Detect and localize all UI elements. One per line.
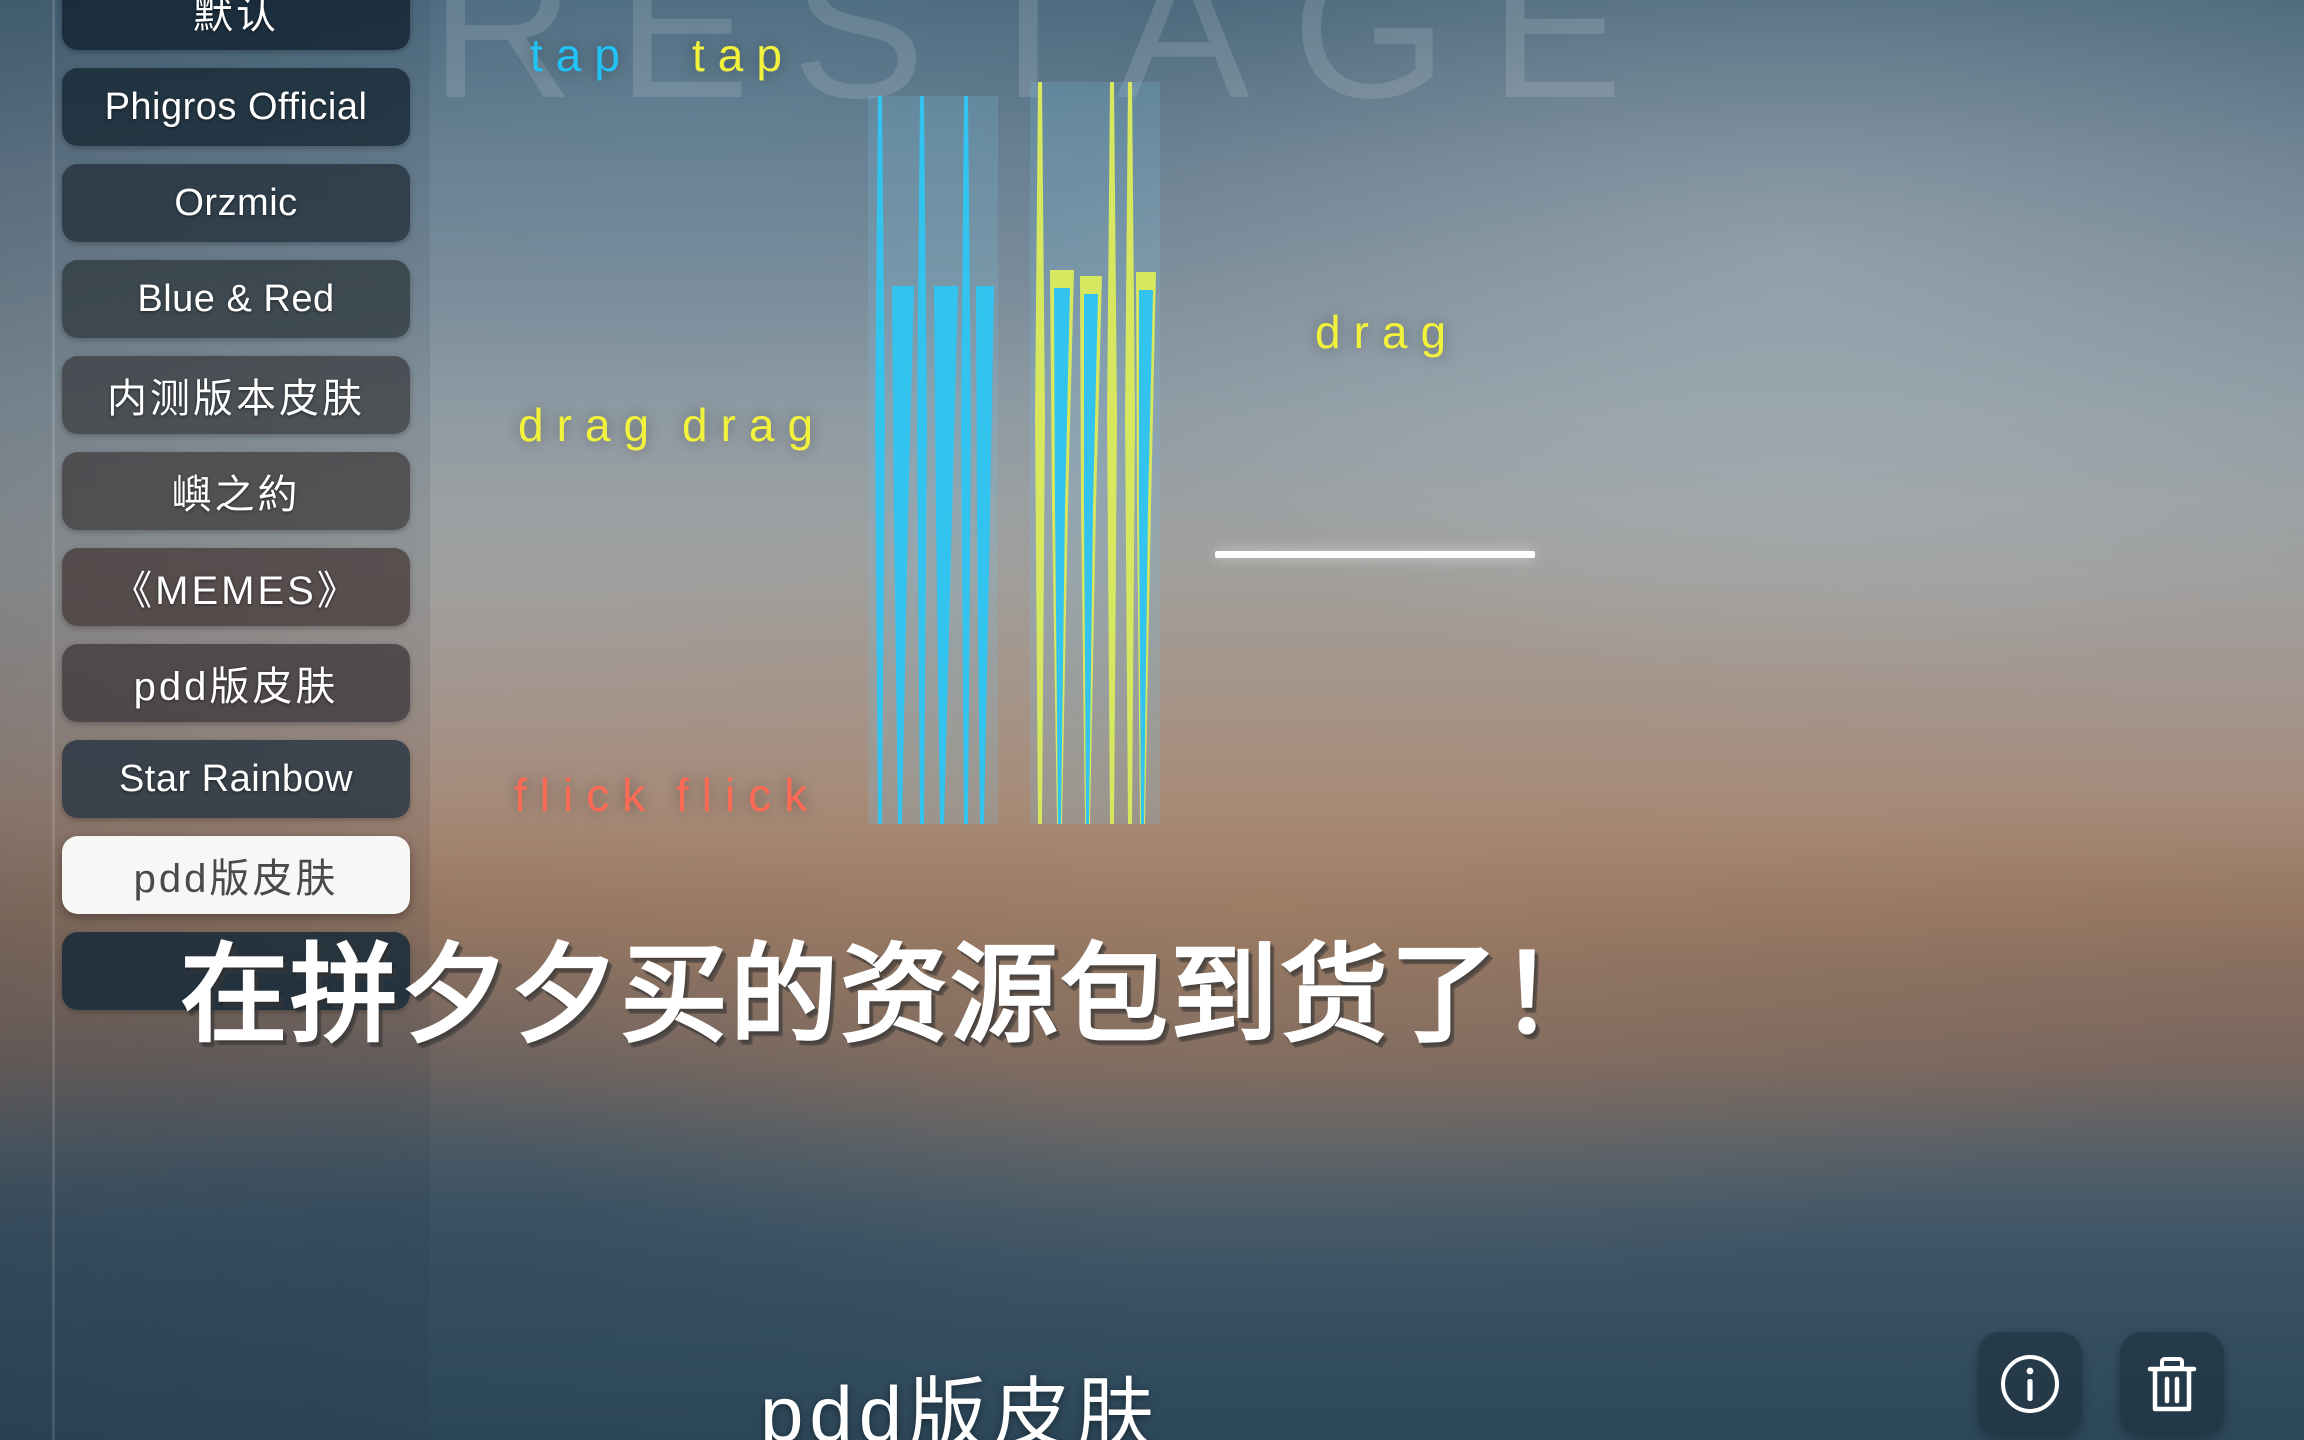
overlay-banner-text: 在拼夕夕买的资源包到货了！ xyxy=(180,934,1611,1055)
delete-button[interactable] xyxy=(2120,1332,2224,1436)
note-label-drag-1: drag xyxy=(518,399,663,451)
skin-item-label: 默认 xyxy=(193,0,279,37)
sidebar-item-beta-skin[interactable]: 内测版本皮肤 xyxy=(62,356,410,434)
skin-list[interactable]: 默认 Phigros Official Orzmic Blue & Red 内测… xyxy=(62,0,410,1028)
sidebar-item-phigros-official[interactable]: Phigros Official xyxy=(62,68,410,146)
skin-item-label: pdd版皮肤 xyxy=(133,857,339,901)
note-label-drag-2: drag xyxy=(682,399,827,451)
note-label-drag-3: drag xyxy=(1315,306,1460,358)
sidebar-divider xyxy=(52,0,55,1440)
note-preview-stage: tap tap drag drag flick flick drag xyxy=(430,0,2304,1440)
note-label-tap-2: tap xyxy=(692,29,795,81)
sidebar-item-pdd-skin-1[interactable]: pdd版皮肤 xyxy=(62,644,410,722)
note-label-flick-2: flick xyxy=(676,769,821,821)
skin-title: pdd版皮肤 xyxy=(760,1370,1161,1440)
sidebar-item-island-promise[interactable]: 嶼之約 xyxy=(62,452,410,530)
skin-item-label: pdd版皮肤 xyxy=(133,665,339,709)
sidebar-item-default[interactable]: 默认 xyxy=(62,0,410,50)
info-icon xyxy=(2001,1355,2059,1413)
sidebar-item-pdd-skin-2-selected[interactable]: pdd版皮肤 xyxy=(62,836,410,914)
sidebar-item-orzmic[interactable]: Orzmic xyxy=(62,164,410,242)
sidebar-item-star-rainbow[interactable]: Star Rainbow xyxy=(62,740,410,818)
tap-note-column xyxy=(868,96,998,824)
note-column-tint xyxy=(1030,82,1160,824)
drag-note-column xyxy=(1030,82,1160,824)
skin-item-label: 《MEMES》 xyxy=(112,569,360,613)
skin-item-label: 内测版本皮肤 xyxy=(107,377,365,421)
skin-item-label: 嶼之約 xyxy=(171,473,301,517)
sidebar-item-memes[interactable]: 《MEMES》 xyxy=(62,548,410,626)
info-button[interactable] xyxy=(1978,1332,2082,1436)
trash-icon xyxy=(2147,1357,2197,1412)
skin-sidebar: 默认 Phigros Official Orzmic Blue & Red 内测… xyxy=(0,0,430,1440)
sidebar-item-blue-and-red[interactable]: Blue & Red xyxy=(62,260,410,338)
app-root: RESTAGE xyxy=(0,0,2304,1440)
skin-item-label: Blue & Red xyxy=(137,277,335,320)
skin-item-label: Phigros Official xyxy=(104,85,368,128)
note-label-tap-1: tap xyxy=(530,29,633,81)
note-column-tint xyxy=(868,96,998,824)
skin-item-label: Orzmic xyxy=(174,181,298,224)
note-label-flick-1: flick xyxy=(514,769,659,821)
skin-item-label: Star Rainbow xyxy=(118,757,354,800)
judgment-line xyxy=(1215,551,1535,558)
